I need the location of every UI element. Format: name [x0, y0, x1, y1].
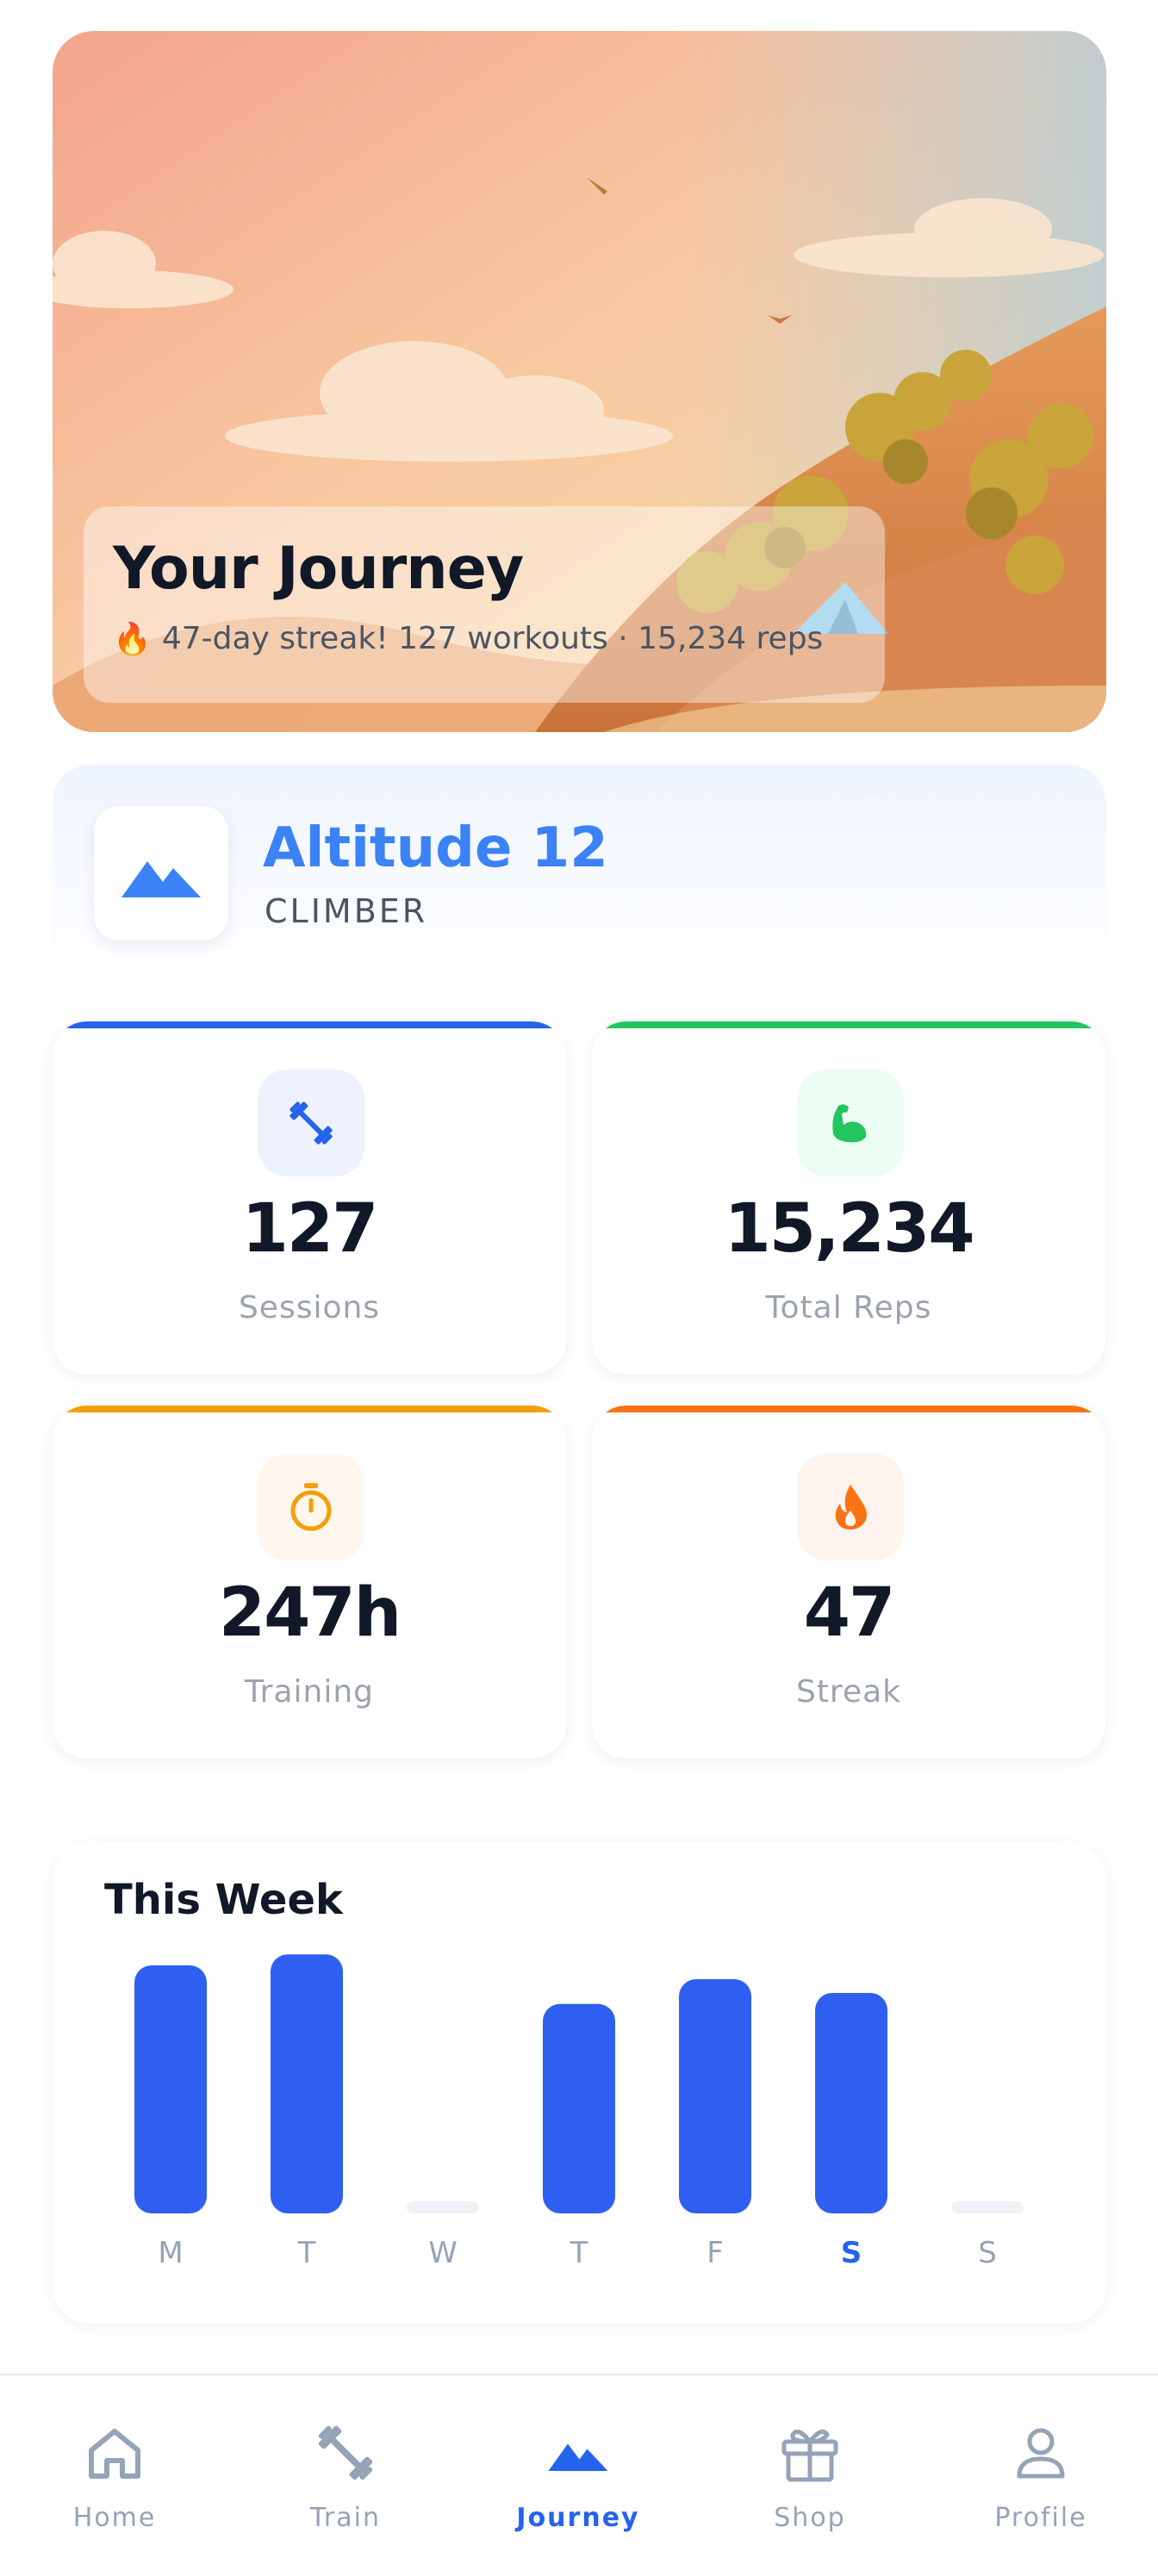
- streak-summary: 47-day streak! 127 workouts · 15,234 rep…: [161, 621, 824, 657]
- flame-icon: 🔥: [113, 621, 152, 657]
- chart-bar: [543, 2003, 615, 2213]
- stat-card-total-reps[interactable]: 15,234 Total Reps: [592, 1021, 1105, 1375]
- nav-label: Home: [72, 2503, 157, 2533]
- nav-item-profile[interactable]: Profile: [946, 2418, 1136, 2533]
- dumbbell-icon: [258, 1070, 364, 1176]
- hero-subtitle: 🔥 47-day streak! 127 workouts · 15,234 r…: [113, 621, 856, 657]
- gift-icon: [715, 2418, 905, 2487]
- nav-label: Shop: [774, 2503, 846, 2533]
- chart-day-label: S: [978, 2236, 997, 2270]
- stat-card-sessions[interactable]: 127 Sessions: [53, 1021, 566, 1375]
- muscle-icon: [797, 1070, 904, 1176]
- dumbbell-icon: [251, 2418, 440, 2487]
- chart-bar: [951, 2201, 1024, 2213]
- chart-day-label: W: [428, 2236, 458, 2270]
- nav-label: Profile: [994, 2503, 1087, 2533]
- stat-label: Streak: [795, 1674, 902, 1710]
- chart-bar: [407, 2201, 479, 2213]
- chart-day-label: T: [297, 2236, 316, 2270]
- stat-value: 47: [803, 1574, 896, 1652]
- chart-bar: [679, 1979, 751, 2213]
- stat-value: 15,234: [724, 1190, 975, 1268]
- flame-icon: [797, 1454, 904, 1561]
- level-rank: CLIMBER: [265, 892, 428, 930]
- stat-card-streak[interactable]: 47 Streak: [592, 1406, 1105, 1759]
- level-card[interactable]: Altitude 12 CLIMBER: [53, 765, 1106, 980]
- chart-bar: [815, 1993, 887, 2213]
- stat-value: 247h: [218, 1574, 402, 1652]
- chart-day-label: F: [707, 2236, 724, 2270]
- stopwatch-icon: [258, 1454, 364, 1561]
- nav-label: Journey: [516, 2503, 640, 2533]
- weekly-bar-chart: MTWTFSS: [134, 1954, 1024, 2270]
- nav-item-train[interactable]: Train: [251, 2418, 440, 2533]
- chart-day-label: S: [841, 2236, 862, 2270]
- chart-day-label: T: [570, 2236, 588, 2270]
- stat-label: Sessions: [238, 1290, 381, 1325]
- bottom-nav: Home Train Journey Shop Profile: [0, 2374, 1158, 2576]
- page-title: Your Journey: [113, 535, 524, 603]
- hero-banner: Your Journey 🔥 47-day streak! 127 workou…: [53, 31, 1106, 732]
- person-icon: [946, 2418, 1136, 2487]
- nav-item-home[interactable]: Home: [20, 2418, 209, 2533]
- stat-value: 127: [241, 1190, 379, 1268]
- chart-bar: [134, 1965, 207, 2213]
- stat-card-training[interactable]: 247h Training: [53, 1406, 566, 1759]
- mountain-icon: [94, 806, 228, 940]
- mountain-icon: [483, 2418, 673, 2487]
- stat-label: Training: [244, 1674, 375, 1710]
- stat-label: Total Reps: [765, 1290, 932, 1325]
- nav-label: Train: [310, 2503, 381, 2533]
- weekly-activity-card: This Week MTWTFSS: [53, 1841, 1106, 2324]
- chart-day-label: M: [158, 2236, 183, 2270]
- hero-summary-card: Your Journey 🔥 47-day streak! 127 workou…: [84, 506, 885, 703]
- home-icon: [20, 2418, 209, 2487]
- level-title: Altitude 12: [263, 816, 608, 880]
- nav-item-shop[interactable]: Shop: [715, 2418, 905, 2533]
- nav-item-journey[interactable]: Journey: [483, 2418, 673, 2533]
- chart-bar: [271, 1954, 343, 2213]
